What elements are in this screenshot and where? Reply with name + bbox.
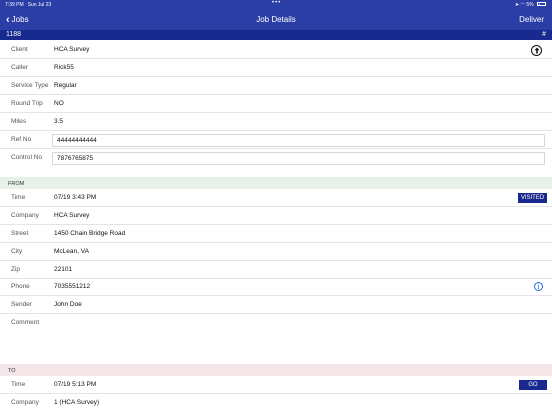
- from-phone-row: Phone 7035551212 i: [0, 278, 552, 296]
- ref-no-row: Ref No 44444444444: [0, 131, 552, 149]
- miles-label: Miles: [11, 118, 27, 125]
- from-comment-row[interactable]: Comment: [0, 314, 552, 350]
- service-type-value: Regular: [54, 82, 77, 89]
- navigation-bar: ‹ Jobs Job Details Deliver: [0, 9, 552, 30]
- status-date: Sun Jul 23: [27, 1, 52, 8]
- ref-no-field[interactable]: 44444444444: [52, 133, 545, 147]
- from-sender-value: John Doe: [54, 301, 82, 308]
- client-label: Client: [11, 46, 28, 53]
- status-time: 7:39 PM: [5, 1, 24, 8]
- from-time-row: Time 07/19 3:43 PM VISITED: [0, 189, 552, 207]
- from-time-label: Time: [11, 194, 26, 201]
- job-id: 1188: [6, 31, 22, 38]
- caller-row: Caller Rick55: [0, 59, 552, 77]
- caller-value: Rick55: [54, 64, 74, 71]
- go-button[interactable]: GO: [519, 379, 547, 390]
- from-company-row: Company HCA Survey: [0, 207, 552, 225]
- control-no-row: Control No 7876765875: [0, 149, 552, 167]
- caller-label: Caller: [11, 64, 28, 71]
- to-company-value: 1 (HCA Survey): [54, 399, 100, 406]
- round-trip-value: NO: [54, 100, 64, 107]
- job-id-bar: 1188 #: [0, 30, 552, 40]
- status-bar: 7:39 PM Sun Jul 23 ••• ➤ ◠ 5%: [0, 0, 552, 9]
- deliver-button[interactable]: Deliver: [519, 15, 544, 24]
- to-time-row: Time 07/19 5:13 PM GO: [0, 376, 552, 394]
- from-zip-value: 22101: [54, 266, 73, 273]
- status-indicators: ➤ ◠ 5%: [515, 2, 546, 8]
- wifi-icon: ◠: [520, 1, 525, 8]
- arrow-up-circle-icon[interactable]: [531, 44, 542, 56]
- round-trip-row: Round Trip NO: [0, 95, 552, 113]
- from-header-label: FROM: [8, 181, 25, 187]
- from-street-label: Street: [11, 230, 29, 237]
- control-no-label: Control No: [11, 154, 43, 161]
- from-zip-label: Zip: [11, 266, 21, 273]
- from-comment-label: Comment: [11, 319, 40, 326]
- to-company-row: Company 1 (HCA Survey): [0, 394, 552, 412]
- ref-no-label: Ref No: [11, 136, 32, 143]
- to-header-label: TO: [8, 368, 16, 374]
- page-title: Job Details: [256, 14, 296, 24]
- visited-badge[interactable]: VISITED: [518, 192, 547, 203]
- status-time-date: 7:39 PM Sun Jul 23: [5, 2, 51, 8]
- to-time-value: 07/19 5:13 PM: [54, 381, 97, 388]
- miles-value: 3.5: [54, 118, 64, 125]
- from-section-header: FROM: [0, 177, 552, 189]
- from-city-label: City: [11, 248, 23, 255]
- from-sender-label: Sender: [11, 301, 32, 308]
- from-company-value: HCA Survey: [54, 212, 90, 219]
- from-city-value: McLean, VA: [54, 248, 89, 255]
- from-phone-value[interactable]: 7035551212: [54, 283, 90, 290]
- location-icon: ➤: [515, 1, 520, 8]
- from-company-label: Company: [11, 212, 39, 219]
- control-no-field[interactable]: 7876765875: [52, 151, 545, 165]
- client-row: Client HCA Survey: [0, 41, 552, 59]
- service-type-row: Service Type Regular: [0, 77, 552, 95]
- from-time-value: 07/19 3:43 PM: [54, 194, 97, 201]
- from-street-row: Street 1450 Chain Bridge Road: [0, 225, 552, 243]
- miles-row: Miles 3.5: [0, 113, 552, 131]
- to-company-label: Company: [11, 399, 39, 406]
- to-time-label: Time: [11, 381, 26, 388]
- hash-label: #: [542, 31, 546, 38]
- from-street-value: 1450 Chain Bridge Road: [54, 230, 126, 237]
- info-circle-icon[interactable]: i: [534, 282, 543, 291]
- round-trip-label: Round Trip: [11, 100, 43, 107]
- from-phone-label: Phone: [11, 283, 30, 290]
- from-zip-row: Zip 22101: [0, 261, 552, 279]
- multitasking-dots-icon[interactable]: •••: [272, 0, 281, 6]
- from-sender-row: Sender John Doe: [0, 296, 552, 314]
- service-type-label: Service Type: [11, 82, 49, 89]
- from-city-row: City McLean, VA: [0, 243, 552, 261]
- to-section-header: TO: [0, 364, 552, 376]
- battery-icon: [537, 2, 546, 7]
- client-value: HCA Survey: [54, 46, 90, 53]
- battery-percent: 5%: [526, 1, 534, 8]
